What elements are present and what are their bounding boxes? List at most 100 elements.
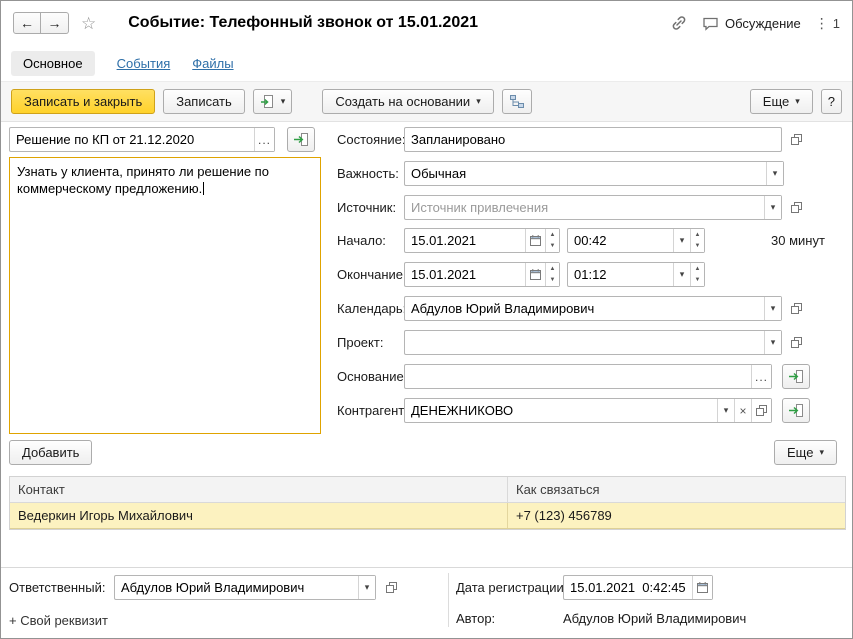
header-actions: Обсуждение ⋮ 1 bbox=[670, 14, 840, 32]
dropdown-icon: ▾ bbox=[819, 447, 824, 458]
discussion-bubble-icon bbox=[702, 15, 719, 31]
spin-down-icon[interactable]: ▼ bbox=[546, 275, 559, 287]
responsible-select[interactable]: Абдулов Юрий Владимирович ▾ bbox=[114, 575, 376, 600]
tab-files[interactable]: Файлы bbox=[192, 56, 233, 71]
start-time-input[interactable]: 00:42 ▾ ▲ ▼ bbox=[567, 228, 705, 253]
source-select[interactable]: Источник привлечения ▾ bbox=[404, 195, 782, 220]
state-label: Состояние: bbox=[337, 127, 405, 152]
state-input[interactable]: Запланировано bbox=[404, 127, 782, 152]
link-icon[interactable] bbox=[670, 14, 688, 32]
calendar-open-button[interactable] bbox=[785, 296, 807, 321]
project-select[interactable]: ▾ bbox=[404, 330, 782, 355]
end-time-input[interactable]: 01:12 ▾ ▲ ▼ bbox=[567, 262, 705, 287]
basis-input[interactable]: ... bbox=[404, 364, 772, 389]
page-title: Событие: Телефонный звонок от 15.01.2021 bbox=[128, 14, 478, 32]
fill-arrow-icon bbox=[788, 369, 804, 384]
importance-dropdown-button[interactable]: ▾ bbox=[766, 162, 783, 185]
registration-calendar-button[interactable] bbox=[692, 576, 712, 599]
favorite-star-icon[interactable]: ☆ bbox=[81, 15, 96, 32]
vertical-dots-icon: ⋮ bbox=[815, 15, 829, 32]
open-icon bbox=[790, 302, 803, 315]
calendar-icon bbox=[529, 268, 542, 281]
save-button[interactable]: Записать bbox=[163, 89, 245, 114]
source-dropdown-button[interactable]: ▾ bbox=[764, 196, 781, 219]
calendar-select[interactable]: Абдулов Юрий Владимирович ▾ bbox=[404, 296, 782, 321]
basis-select-button[interactable]: ... bbox=[751, 365, 771, 388]
importance-select[interactable]: Обычная ▾ bbox=[404, 161, 784, 186]
nav-buttons: ← → bbox=[13, 12, 69, 34]
column-header-contact[interactable]: Контакт bbox=[10, 477, 507, 502]
dropdown-icon: ▾ bbox=[795, 96, 800, 107]
basis-fill-button[interactable] bbox=[782, 364, 810, 389]
end-time-stepper[interactable]: ▲ ▼ bbox=[690, 263, 704, 286]
basis-value bbox=[405, 365, 751, 388]
add-contact-button[interactable]: Добавить bbox=[9, 440, 92, 465]
spin-up-icon[interactable]: ▲ bbox=[546, 229, 559, 241]
registration-date-label: Дата регистрации: bbox=[456, 575, 567, 600]
registration-date-input[interactable]: 15.01.2021 0:42:45 bbox=[563, 575, 713, 600]
form-more-button[interactable]: Еще ▾ bbox=[750, 89, 813, 114]
custom-attribute-link[interactable]: + Свой реквизит bbox=[9, 613, 108, 628]
author-label: Автор: bbox=[456, 609, 495, 629]
project-label: Проект: bbox=[337, 330, 383, 355]
end-date-calendar-button[interactable] bbox=[525, 263, 545, 286]
start-date-input[interactable]: 15.01.2021 ▲ ▼ bbox=[404, 228, 560, 253]
end-time-dropdown-button[interactable]: ▾ bbox=[673, 263, 690, 286]
author-value: Абдулов Юрий Владимирович bbox=[563, 609, 746, 629]
contact-phone-cell[interactable]: +7 (123) 456789 bbox=[507, 503, 845, 528]
source-open-button[interactable] bbox=[785, 195, 807, 220]
counterparty-fill-button[interactable] bbox=[782, 398, 810, 423]
spin-up-icon[interactable]: ▲ bbox=[691, 263, 704, 275]
subject-fill-button[interactable] bbox=[287, 127, 315, 152]
spin-up-icon[interactable]: ▲ bbox=[691, 229, 704, 241]
counterparty-clear-button[interactable]: × bbox=[734, 399, 751, 422]
save-and-close-button[interactable]: Записать и закрыть bbox=[11, 89, 155, 114]
end-date-input[interactable]: 15.01.2021 ▲ ▼ bbox=[404, 262, 560, 287]
open-icon bbox=[790, 133, 803, 146]
subject-select-button[interactable]: ... bbox=[254, 128, 274, 151]
responsible-value: Абдулов Юрий Владимирович bbox=[115, 576, 358, 599]
counterparty-open-button[interactable] bbox=[751, 399, 771, 422]
start-date-calendar-button[interactable] bbox=[525, 229, 545, 252]
spin-down-icon[interactable]: ▼ bbox=[691, 275, 704, 287]
help-button[interactable]: ? bbox=[821, 89, 842, 114]
related-documents-button[interactable] bbox=[502, 89, 532, 114]
responsible-label: Ответственный: bbox=[9, 575, 105, 600]
spin-up-icon[interactable]: ▲ bbox=[546, 263, 559, 275]
start-date-stepper[interactable]: ▲ ▼ bbox=[545, 229, 559, 252]
open-icon bbox=[755, 404, 768, 417]
start-time-dropdown-button[interactable]: ▾ bbox=[673, 229, 690, 252]
counterparty-dropdown-button[interactable]: ▾ bbox=[717, 399, 734, 422]
responsible-dropdown-button[interactable]: ▾ bbox=[358, 576, 375, 599]
calendar-dropdown-button[interactable]: ▾ bbox=[764, 297, 781, 320]
create-based-on-button[interactable]: Создать на основании ▾ bbox=[322, 89, 493, 114]
tab-main[interactable]: Основное bbox=[11, 51, 95, 76]
mail-split-button[interactable]: ▾ bbox=[253, 89, 293, 114]
state-open-button[interactable] bbox=[785, 127, 807, 152]
tab-events[interactable]: События bbox=[117, 56, 171, 71]
calendar-icon bbox=[696, 581, 709, 594]
end-time-value: 01:12 bbox=[568, 263, 673, 286]
back-button[interactable]: ← bbox=[13, 12, 41, 34]
start-time-stepper[interactable]: ▲ ▼ bbox=[690, 229, 704, 252]
spin-down-icon[interactable]: ▼ bbox=[546, 241, 559, 253]
table-row[interactable]: Ведеркин Игорь Михайлович +7 (123) 45678… bbox=[10, 503, 845, 529]
spin-down-icon[interactable]: ▼ bbox=[691, 241, 704, 253]
discussion-button[interactable]: Обсуждение bbox=[702, 15, 801, 31]
contact-name-cell[interactable]: Ведеркин Игорь Михайлович bbox=[10, 503, 507, 528]
importance-label: Важность: bbox=[337, 161, 399, 186]
subject-input[interactable]: Решение по КП от 21.12.2020 ... bbox=[9, 127, 275, 152]
more-label: Еще bbox=[763, 94, 789, 109]
contacts-more-button[interactable]: Еще ▾ bbox=[774, 440, 837, 465]
description-textarea[interactable]: Узнать у клиента, принято ли решение по … bbox=[9, 157, 321, 434]
start-time-value: 00:42 bbox=[568, 229, 673, 252]
responsible-open-button[interactable] bbox=[380, 575, 402, 600]
column-header-how-to-contact[interactable]: Как связаться bbox=[507, 477, 845, 502]
panel-toggle-button[interactable]: ⋮ 1 bbox=[815, 15, 840, 32]
project-open-button[interactable] bbox=[785, 330, 807, 355]
contacts-table: Контакт Как связаться Ведеркин Игорь Мих… bbox=[9, 476, 846, 530]
project-dropdown-button[interactable]: ▾ bbox=[764, 331, 781, 354]
forward-button[interactable]: → bbox=[41, 12, 69, 34]
counterparty-select[interactable]: ДЕНЕЖНИКОВО ▾ × bbox=[404, 398, 772, 423]
end-date-stepper[interactable]: ▲ ▼ bbox=[545, 263, 559, 286]
